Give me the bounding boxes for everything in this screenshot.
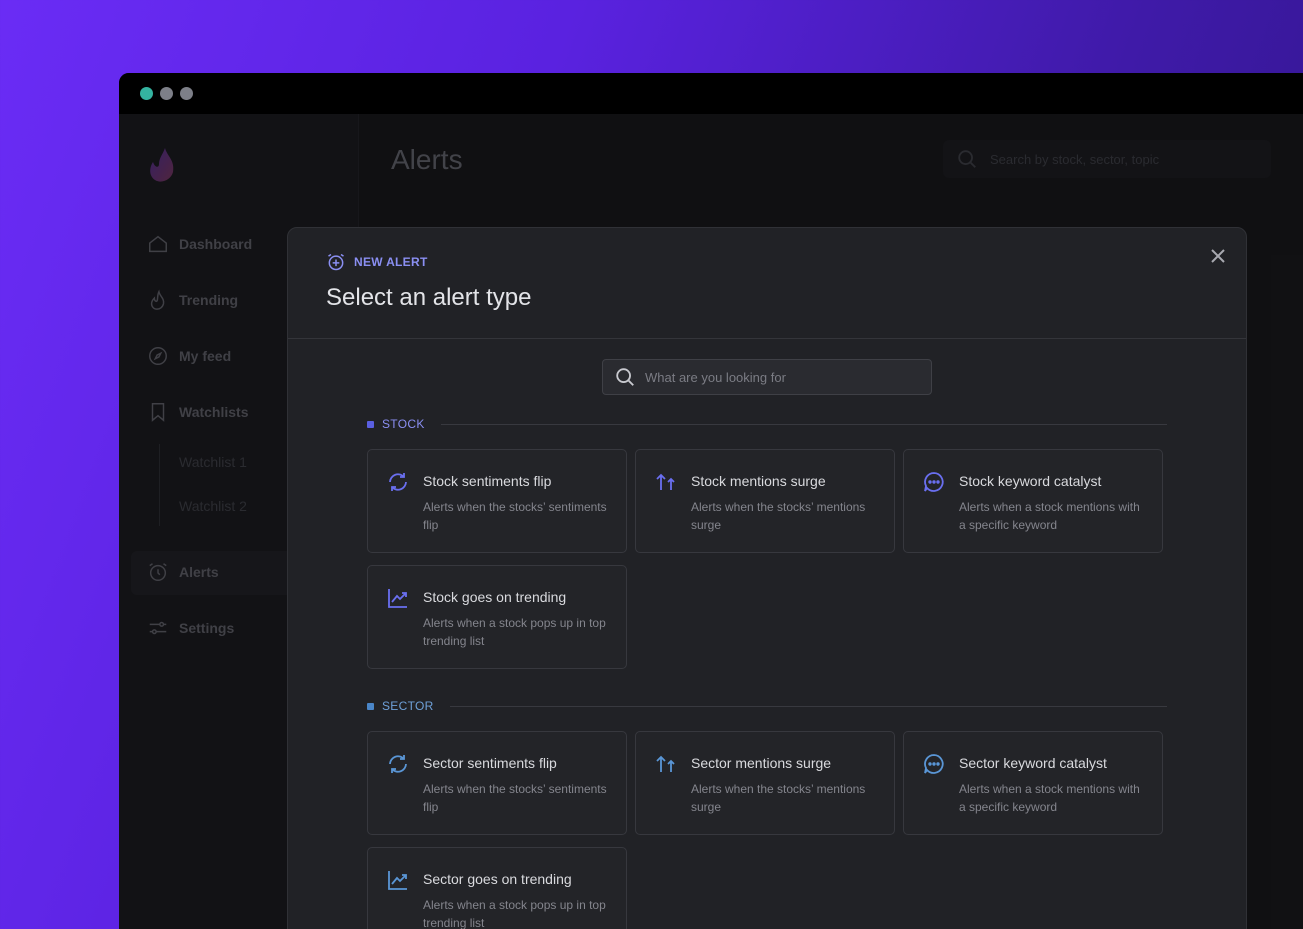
card-description: Alerts when the stocks’ mentions surge	[691, 500, 866, 532]
refresh-icon	[389, 473, 407, 491]
card-title: Stock sentiments flip	[423, 473, 552, 489]
modal-eyebrow-label: NEW ALERT	[354, 255, 428, 269]
card-title: Stock mentions surge	[691, 473, 826, 489]
search-icon	[616, 368, 634, 386]
chat-icon	[924, 754, 944, 774]
card-title: Stock keyword catalyst	[959, 473, 1102, 489]
section-label-stock: STOCK	[367, 417, 1167, 431]
card-title: Stock goes on trending	[423, 589, 567, 605]
card-description: Alerts when a stock pops up in top trend…	[423, 616, 606, 648]
card-description: Alerts when the stocks’ sentiments flip	[423, 500, 607, 532]
chat-icon	[924, 472, 944, 492]
alert-type-search-input[interactable]	[645, 369, 925, 385]
alert-card-sector-sentiments-flip[interactable]: Sector sentiments flip Alerts when the s…	[367, 731, 627, 835]
alert-card-stock-sentiments-flip[interactable]: Stock sentiments flip Alerts when the st…	[367, 449, 627, 553]
trend-chart-icon	[388, 589, 407, 608]
modal-header: NEW ALERT Select an alert type	[288, 228, 1246, 339]
refresh-icon	[389, 755, 407, 773]
section-divider	[449, 705, 1167, 707]
card-title: Sector sentiments flip	[423, 755, 557, 771]
section-marker	[367, 420, 374, 428]
modal-eyebrow: NEW ALERT	[326, 252, 428, 272]
card-description: Alerts when a stock pops up in top trend…	[423, 898, 606, 929]
card-title: Sector mentions surge	[691, 755, 832, 771]
alert-card-sector-goes-on-trending[interactable]: Sector goes on trending Alerts when a st…	[367, 847, 627, 929]
alert-card-stock-mentions-surge[interactable]: Stock mentions surge Alerts when the sto…	[635, 449, 895, 553]
alert-type-search[interactable]	[602, 359, 932, 395]
alert-card-sector-keyword-catalyst[interactable]: Sector keyword catalyst Alerts when a st…	[903, 731, 1163, 835]
trend-chart-icon	[388, 871, 407, 890]
card-description: Alerts when the stocks’ sentiments flip	[423, 782, 607, 814]
close-icon[interactable]	[1206, 244, 1230, 268]
window-dot-maximize[interactable]	[180, 87, 193, 100]
card-title: Sector goes on trending	[423, 871, 572, 887]
arrows-up-icon	[656, 755, 675, 772]
section-divider	[440, 423, 1167, 425]
title-bar	[119, 73, 1303, 114]
modal-title: Select an alert type	[326, 284, 532, 311]
card-description: Alerts when the stocks’ mentions surge	[691, 782, 866, 814]
alert-card-stock-goes-on-trending[interactable]: Stock goes on trending Alerts when a sto…	[367, 565, 627, 669]
section-label-sector: SECTOR	[367, 699, 1167, 713]
alarm-plus-icon	[328, 253, 344, 271]
card-description: Alerts when a stock mentions with a spec…	[959, 782, 1140, 814]
card-description: Alerts when a stock mentions with a spec…	[959, 500, 1140, 532]
section-marker	[367, 702, 374, 710]
alert-card-stock-keyword-catalyst[interactable]: Stock keyword catalyst Alerts when a sto…	[903, 449, 1163, 553]
new-alert-modal: NEW ALERT Select an alert type STOCK Sto…	[287, 227, 1247, 929]
window-dot-minimize[interactable]	[160, 87, 173, 100]
window-dot-close[interactable]	[140, 87, 153, 100]
alert-card-sector-mentions-surge[interactable]: Sector mentions surge Alerts when the st…	[635, 731, 895, 835]
card-title: Sector keyword catalyst	[959, 755, 1107, 771]
arrows-up-icon	[656, 473, 675, 490]
section-title: SECTOR	[382, 699, 434, 713]
section-title: STOCK	[382, 417, 425, 431]
